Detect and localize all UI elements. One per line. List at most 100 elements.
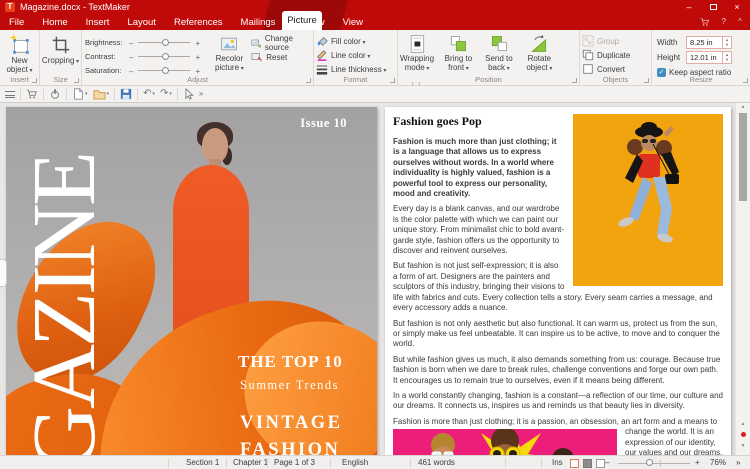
document-area[interactable]: MAGAZINE Issue 10 THE TOP 10 Summer Tren… <box>0 103 750 455</box>
new-object-button[interactable]: New object <box>0 32 39 78</box>
scroll-up-arrow-icon[interactable]: ▲ <box>736 104 750 110</box>
line-thickness-button[interactable]: Line thickness <box>314 62 397 76</box>
undo-button[interactable]: ↶▾ <box>143 89 155 99</box>
page-cover[interactable]: MAGAZINE Issue 10 THE TOP 10 Summer Tren… <box>6 107 377 455</box>
scrollbar-thumb[interactable] <box>739 113 747 201</box>
contrast-knob[interactable] <box>162 53 169 60</box>
width-spinner[interactable]: 8.25 in ▲▼ <box>686 36 732 49</box>
previous-page-button[interactable]: ▲ <box>736 421 750 427</box>
status-word-count[interactable]: 461 words <box>418 458 455 468</box>
duplicate-button[interactable]: Duplicate <box>580 48 651 62</box>
brightness-knob[interactable] <box>162 39 169 46</box>
maximize-button[interactable] <box>704 1 722 13</box>
height-value[interactable]: 12.01 in <box>687 52 722 63</box>
status-insert-mode[interactable]: Ins <box>552 458 563 468</box>
zoom-out-button[interactable]: – <box>605 458 609 468</box>
tab-references[interactable]: References <box>165 14 232 30</box>
view-mode-fullscreen-button[interactable] <box>596 459 605 468</box>
height-spin-arrows[interactable]: ▲▼ <box>722 52 731 63</box>
view-mode-continuous-button[interactable] <box>583 459 592 468</box>
toolbar-separator <box>43 89 44 100</box>
dropdown-caret: ▾ <box>152 91 155 97</box>
zoom-in-button[interactable]: + <box>695 458 700 468</box>
toolbar-separator <box>66 89 67 100</box>
toolbar-more-button[interactable]: » <box>199 89 203 99</box>
width-value[interactable]: 8.25 in <box>687 37 722 48</box>
article-paragraph: But while fashion gives us much, it also… <box>393 355 723 386</box>
toolbar-separator <box>114 89 115 100</box>
view-mode-normal-button[interactable] <box>570 459 579 468</box>
group-size: Cropping Size <box>40 30 82 85</box>
fill-color-label: Fill color <box>331 37 365 46</box>
zoom-slider-knob[interactable] <box>646 459 653 466</box>
group-label-adjust: Adjust <box>82 75 313 84</box>
street-style-photo[interactable] <box>573 114 723 286</box>
brightness-label: Brightness: <box>85 38 129 47</box>
new-document-button[interactable]: ▾ <box>72 88 88 100</box>
open-document-button[interactable]: ▾ <box>93 88 110 100</box>
pop-art-photo[interactable] <box>393 429 617 455</box>
vertical-scrollbar[interactable]: ▲ ▲ ▼ <box>735 103 750 455</box>
touch-mode-button[interactable] <box>49 88 61 100</box>
fill-color-button[interactable]: Fill color <box>314 34 397 48</box>
line-color-button[interactable]: Line color <box>314 48 397 62</box>
minimize-button[interactable]: – <box>680 1 698 13</box>
status-more-button[interactable]: » <box>736 458 740 468</box>
group-button[interactable]: Group <box>580 34 651 48</box>
page-article[interactable]: Fashion goes Pop Fashion is much more th… <box>385 107 731 455</box>
status-chapter[interactable]: Chapter 1 <box>233 458 268 468</box>
sidebar-grip-handle[interactable] <box>0 259 7 287</box>
rotate-object-label: Rotate object <box>521 55 557 73</box>
recolor-picture-label: Recolor picture <box>209 55 249 73</box>
maximize-icon <box>710 4 717 10</box>
tab-view[interactable]: View <box>334 14 372 30</box>
wrapping-mode-button[interactable]: Wrapping mode <box>398 32 436 78</box>
send-to-back-button[interactable]: Send to back <box>481 32 517 78</box>
line-color-icon <box>316 49 328 61</box>
cover-subheadline: Summer Trends <box>240 378 339 393</box>
status-separator <box>226 458 227 468</box>
tab-home[interactable]: Home <box>33 14 76 30</box>
redo-button[interactable]: ↷▾ <box>160 89 172 99</box>
change-source-button[interactable]: Change source <box>249 36 313 50</box>
collapse-ribbon-icon[interactable]: ^ <box>738 16 742 28</box>
cropping-button[interactable]: Cropping <box>40 32 81 78</box>
next-page-button[interactable]: ▼ <box>736 443 750 449</box>
group-position: Wrapping mode Bring to front Send to bac… <box>398 30 580 85</box>
brightness-slider[interactable] <box>138 42 190 43</box>
zoom-slider-track[interactable] <box>618 463 690 464</box>
close-button[interactable]: × <box>728 1 746 13</box>
cover-photo[interactable]: MAGAZINE Issue 10 THE TOP 10 Summer Tren… <box>6 107 377 455</box>
tab-layout[interactable]: Layout <box>118 14 165 30</box>
tab-mailings[interactable]: Mailings <box>232 14 285 30</box>
tab-picture-active[interactable]: Picture <box>282 11 322 30</box>
status-page[interactable]: Page 1 of 3 <box>274 458 315 468</box>
reset-button[interactable]: Reset <box>249 50 313 64</box>
tab-insert[interactable]: Insert <box>77 14 119 30</box>
browse-object-button[interactable] <box>741 432 746 437</box>
change-source-label: Change source <box>265 34 313 52</box>
cover-masthead: MAGAZINE <box>20 154 110 455</box>
convert-button[interactable]: Convert <box>580 62 651 76</box>
contrast-slider[interactable] <box>138 56 190 57</box>
bring-to-front-button[interactable]: Bring to front <box>440 32 476 78</box>
tab-file[interactable]: File <box>0 14 33 30</box>
titlebar[interactable]: T Magazine.docx - TextMaker – × <box>0 0 750 14</box>
shop-button[interactable] <box>26 88 38 100</box>
line-thickness-icon <box>316 63 328 75</box>
shop-cart-icon[interactable] <box>700 17 710 31</box>
width-spin-arrows[interactable]: ▲▼ <box>722 37 731 48</box>
help-icon[interactable]: ? <box>722 16 726 28</box>
status-section[interactable]: Section 1 <box>186 458 219 468</box>
rotate-object-button[interactable]: Rotate object <box>521 32 557 78</box>
saturation-slider[interactable] <box>138 70 190 71</box>
zoom-level[interactable]: 76% <box>710 458 726 468</box>
sidebar-toggle-button[interactable] <box>5 91 15 98</box>
select-tool-button[interactable] <box>183 88 194 100</box>
status-language[interactable]: English <box>342 458 368 468</box>
save-button[interactable] <box>120 88 132 100</box>
recolor-picture-button[interactable]: Recolor picture <box>209 32 249 78</box>
height-spinner[interactable]: 12.01 in ▲▼ <box>686 51 732 64</box>
window-title: Magazine.docx - TextMaker <box>20 2 130 12</box>
saturation-knob[interactable] <box>162 67 169 74</box>
